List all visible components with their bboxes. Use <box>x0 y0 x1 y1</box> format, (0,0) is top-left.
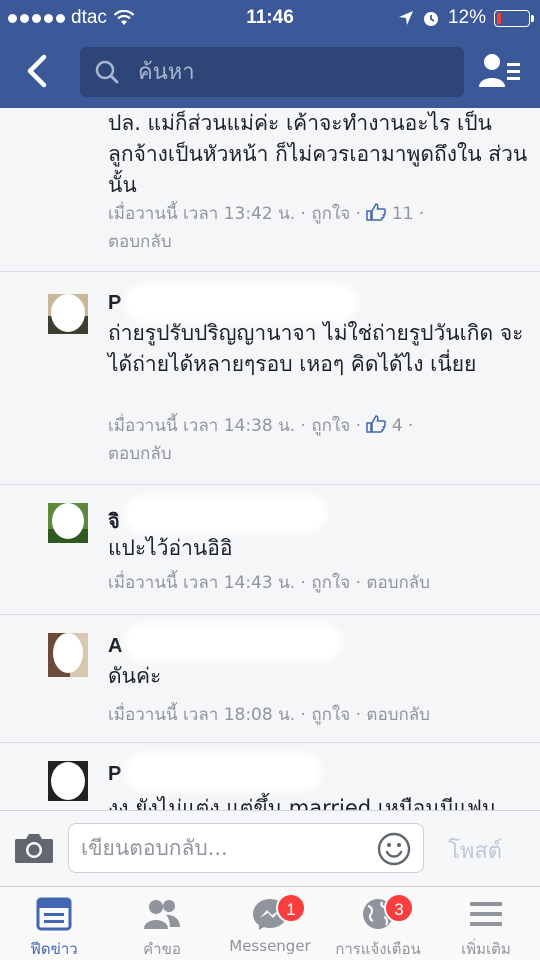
status-bar: dtac 11:46 12% <box>0 0 540 34</box>
like-count: 11 <box>391 204 414 224</box>
nav-row <box>0 45 540 97</box>
name-redaction <box>128 288 353 318</box>
comment-time: เมื่อวานนี้ เวลา 18:08 น. <box>108 705 296 725</box>
news-feed-icon <box>36 897 72 931</box>
comment-text: ปล. แม่ก็ส่วนแม่ค่ะ เค้าจะทำงานอะไร เป็น… <box>108 111 528 197</box>
alarm-icon <box>423 12 438 26</box>
tab-label: คำขอ <box>143 940 181 958</box>
search-icon <box>95 60 119 84</box>
avatar-image <box>48 294 88 334</box>
tab-label: Messenger <box>229 937 311 955</box>
avatar-image <box>48 761 88 801</box>
menu-icon <box>470 902 502 926</box>
like-link[interactable]: ถูกใจ <box>311 204 350 224</box>
tab-notifications[interactable]: 3 การแจ้งเตือน <box>324 887 432 960</box>
comments-feed[interactable]: ปล. แม่ก็ส่วนแม่ค่ะ เค้าจะทำงานอะไร เป็น… <box>0 108 540 810</box>
like-count: 4 <box>391 416 403 436</box>
commenter-name[interactable]: P <box>108 763 121 786</box>
comment-item: A ดันค่ะ เมื่อวานนี้ เวลา 18:08 น. · ถูก… <box>0 615 540 743</box>
tab-messenger[interactable]: 1 Messenger <box>216 887 324 960</box>
name-redaction <box>128 757 318 787</box>
tab-label: ฟีดข่าว <box>30 940 78 958</box>
thumbs-up-icon <box>366 203 387 221</box>
commenter-name[interactable]: P <box>108 292 121 315</box>
avatar-image <box>48 633 88 677</box>
status-right: 12% <box>398 7 534 29</box>
comment-time: เมื่อวานนี้ เวลา 13:42 น. <box>108 204 296 224</box>
tab-label: การแจ้งเตือน <box>335 940 421 958</box>
comment-time: เมื่อวานนี้ เวลา 14:43 น. <box>108 573 296 593</box>
like-link[interactable]: ถูกใจ <box>311 705 350 725</box>
like-link[interactable]: ถูกใจ <box>311 416 350 436</box>
post-button[interactable]: โพสต์ <box>448 833 502 868</box>
reply-input[interactable] <box>69 824 359 872</box>
comment-item: P ถ่ายรูปรับปริญญานาจา ไม่ใช่ถ่ายรูปวันเ… <box>0 272 540 485</box>
tab-more[interactable]: เพิ่มเติม <box>432 887 540 960</box>
comment-meta: เมื่อวานนี้ เวลา 14:38 น. · ถูกใจ · 4 · … <box>108 415 414 464</box>
comment-item: P งง ยังไม่แต่ง แต่ขึ้น married เหมือนมี… <box>0 743 540 810</box>
name-redaction <box>128 627 338 657</box>
camera-icon[interactable] <box>14 831 54 865</box>
back-chevron-icon[interactable] <box>18 51 58 91</box>
battery-icon <box>494 9 534 27</box>
notifications-badge: 3 <box>384 893 414 923</box>
smiley-icon[interactable] <box>377 832 411 866</box>
thumbs-up-icon <box>366 415 387 433</box>
comment-text: ดันค่ะ <box>108 664 162 688</box>
reply-link[interactable]: ตอบกลับ <box>108 232 172 252</box>
comment-item: ปล. แม่ก็ส่วนแม่ค่ะ เค้าจะทำงานอะไร เป็น… <box>0 108 540 272</box>
avatar[interactable] <box>48 761 88 801</box>
battery-level <box>497 12 501 24</box>
reply-box[interactable] <box>68 823 424 873</box>
avatar[interactable] <box>48 294 88 334</box>
tab-label: เพิ่มเติม <box>461 940 511 958</box>
comment-text: แปะไว้อ่านอิอิ <box>108 536 233 560</box>
comment-time: เมื่อวานนี้ เวลา 14:38 น. <box>108 416 296 436</box>
avatar-image <box>48 503 88 543</box>
friend-requests-icon <box>144 900 180 929</box>
search-input[interactable] <box>138 59 438 85</box>
tab-news-feed[interactable]: ฟีดข่าว <box>0 887 108 960</box>
tab-bar: ฟีดข่าว คำขอ 1 Messenger 3 การแจ้งเตือน … <box>0 886 540 960</box>
avatar[interactable] <box>48 633 88 677</box>
reply-composer: โพสต์ <box>0 810 540 886</box>
top-bar: dtac 11:46 12% <box>0 0 540 108</box>
location-arrow-icon <box>398 11 413 25</box>
commenter-name[interactable]: A <box>108 635 122 658</box>
comment-text: งง ยังไม่แต่ง แต่ขึ้น married เหมือนมีแฟ… <box>108 796 497 810</box>
tab-requests[interactable]: คำขอ <box>108 887 216 960</box>
reply-link[interactable]: ตอบกลับ <box>366 573 430 593</box>
friends-list-icon[interactable] <box>478 51 522 91</box>
comment-meta: เมื่อวานนี้ เวลา 18:08 น. · ถูกใจ · ตอบก… <box>108 705 430 725</box>
avatar[interactable] <box>48 503 88 543</box>
comment-item: จิ แปะไว้อ่านอิอิ เมื่อวานนี้ เวลา 14:43… <box>0 485 540 615</box>
like-link[interactable]: ถูกใจ <box>311 573 350 593</box>
comment-meta: เมื่อวานนี้ เวลา 14:43 น. · ถูกใจ · ตอบก… <box>108 573 430 593</box>
messenger-badge: 1 <box>276 893 306 923</box>
reply-link[interactable]: ตอบกลับ <box>366 705 430 725</box>
name-redaction <box>128 499 323 529</box>
comment-meta: เมื่อวานนี้ เวลา 13:42 น. · ถูกใจ · 11 ·… <box>108 203 425 252</box>
search-bar[interactable] <box>80 47 464 97</box>
comment-text: ถ่ายรูปรับปริญญานาจา ไม่ใช่ถ่ายรูปวันเกิ… <box>108 321 524 376</box>
battery-percent: 12% <box>447 7 486 28</box>
reply-link[interactable]: ตอบกลับ <box>108 444 172 464</box>
